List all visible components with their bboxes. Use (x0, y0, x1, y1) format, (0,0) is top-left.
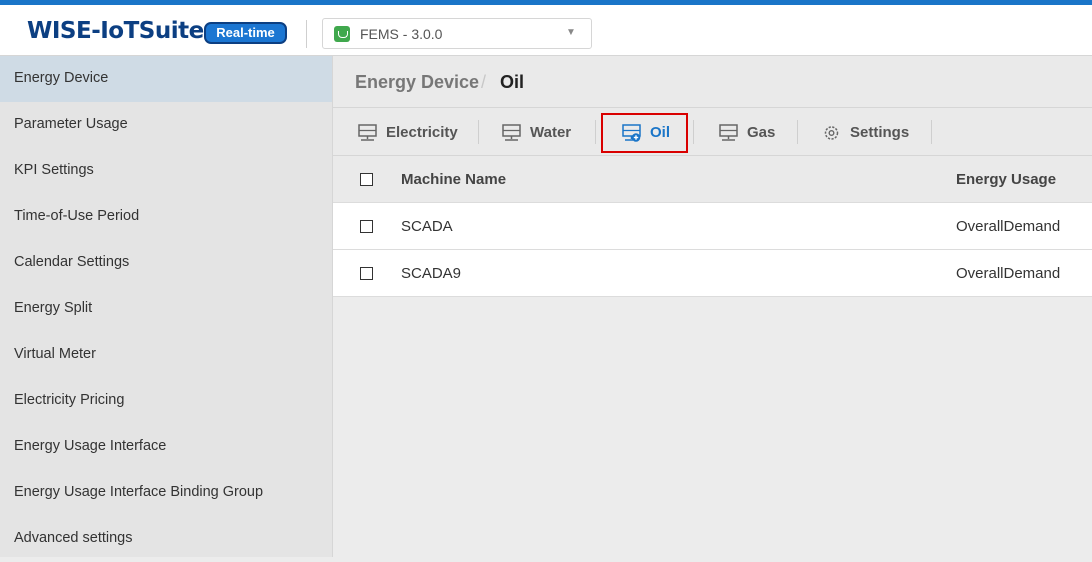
sidebar-item-energy-split[interactable]: Energy Split (0, 286, 332, 332)
breadcrumb-separator: / (481, 72, 487, 92)
app-logo: WISE-IoTSuite (27, 18, 204, 44)
device-table: Machine Name Energy Usage SCADA OverallD… (333, 156, 1092, 297)
app-header: WISE-IoTSuite Real-time FEMS - 3.0.0 ▼ (0, 5, 1092, 56)
table-header-row: Machine Name Energy Usage (333, 156, 1092, 203)
energy-usage-cell: OverallDemand (956, 218, 1061, 235)
device-icon (358, 124, 377, 141)
sidebar-item-energy-device[interactable]: Energy Device (0, 56, 332, 102)
tab-label: Electricity (386, 124, 458, 141)
tab-divider (797, 120, 798, 144)
table-row[interactable]: SCADA OverallDemand (333, 203, 1092, 250)
table-row[interactable]: SCADA9 OverallDemand (333, 250, 1092, 297)
sidebar: Energy Device Parameter Usage KPI Settin… (0, 56, 333, 557)
main-content: Energy Device / Oil Electricity Water Oi… (333, 56, 1092, 557)
breadcrumb: Energy Device / Oil (333, 56, 1092, 108)
row-checkbox[interactable] (360, 267, 373, 280)
sidebar-item-time-of-use-period[interactable]: Time-of-Use Period (0, 194, 332, 240)
caret-down-icon: ▼ (566, 27, 576, 38)
energy-usage-cell: OverallDemand (956, 265, 1061, 282)
tab-divider (595, 120, 596, 144)
breadcrumb-root[interactable]: Energy Device (355, 72, 479, 93)
tab-label: Settings (850, 124, 910, 141)
tab-bar: Electricity Water Oil Gas Settings (333, 108, 1092, 156)
breadcrumb-current: Oil (500, 72, 525, 92)
app-selector-value: FEMS - 3.0.0 (360, 26, 443, 42)
active-tab-highlight (601, 113, 688, 153)
sidebar-item-virtual-meter[interactable]: Virtual Meter (0, 332, 332, 378)
machine-name-cell: SCADA9 (401, 265, 462, 282)
tab-label: Gas (747, 124, 776, 141)
header-divider (306, 20, 307, 48)
tab-divider (693, 120, 694, 144)
energy-app-icon (334, 26, 350, 42)
machine-name-cell: SCADA (401, 218, 453, 235)
device-add-icon (622, 124, 641, 142)
sidebar-item-energy-usage-interface[interactable]: Energy Usage Interface (0, 424, 332, 470)
sidebar-item-advanced-settings[interactable]: Advanced settings (0, 516, 332, 562)
sidebar-item-electricity-pricing[interactable]: Electricity Pricing (0, 378, 332, 424)
sidebar-item-calendar-settings[interactable]: Calendar Settings (0, 240, 332, 286)
device-icon (502, 124, 521, 141)
sidebar-item-kpi-settings[interactable]: KPI Settings (0, 148, 332, 194)
tab-label: Oil (650, 124, 671, 141)
sidebar-item-binding-group[interactable]: Energy Usage Interface Binding Group (0, 470, 332, 516)
app-selector[interactable]: FEMS - 3.0.0 ▼ (322, 18, 592, 49)
select-all-checkbox[interactable] (360, 173, 373, 186)
device-icon (719, 124, 738, 141)
row-checkbox[interactable] (360, 220, 373, 233)
sidebar-item-parameter-usage[interactable]: Parameter Usage (0, 102, 332, 148)
realtime-badge: Real-time (204, 22, 287, 44)
column-header-machine-name[interactable]: Machine Name (401, 171, 506, 188)
tab-label: Water (530, 124, 572, 141)
tab-divider (478, 120, 479, 144)
tab-divider (931, 120, 932, 144)
column-header-energy-usage[interactable]: Energy Usage (956, 171, 1056, 188)
gear-icon (824, 126, 839, 140)
